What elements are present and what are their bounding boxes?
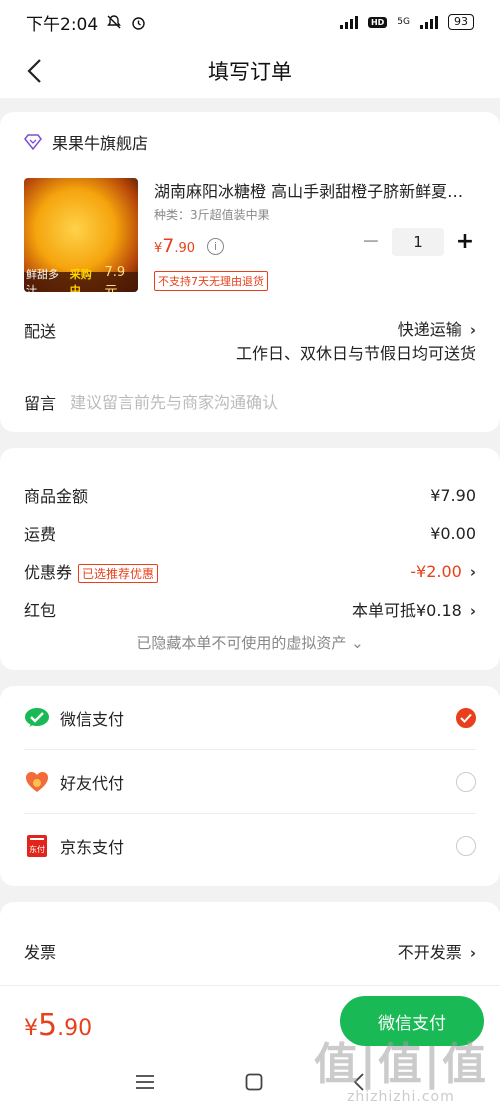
mute-bell-icon: [107, 15, 122, 29]
radio-unselected[interactable]: [456, 836, 476, 856]
page-header: 填写订单: [0, 44, 500, 98]
plus-button[interactable]: +: [454, 231, 476, 253]
battery-icon: 93: [448, 14, 474, 30]
quantity-stepper: − 1 +: [360, 228, 476, 256]
hd-icon: HD: [367, 16, 388, 28]
radio-selected[interactable]: [456, 707, 476, 728]
home-icon[interactable]: [245, 1073, 263, 1091]
store-name: 果果牛旗舰店: [52, 134, 149, 153]
red-packet-value: 本单可抵¥0.18: [352, 601, 462, 620]
shipping-row: 运费 ¥0.00: [24, 514, 476, 552]
signal-icon: [339, 15, 358, 29]
image-tag-price: 7.9元: [104, 265, 126, 292]
chevron-right-icon: ›: [469, 321, 476, 339]
wechat-pay-icon: [24, 705, 50, 731]
payment-option-friend[interactable]: 好友代付: [24, 750, 476, 814]
alarm-icon: [132, 16, 145, 30]
watermark-url: zhizhizhi.com: [347, 1089, 455, 1105]
store-header[interactable]: 果果牛旗舰店: [24, 130, 476, 154]
goods-amount-row: 商品金额 ¥7.90: [24, 476, 476, 514]
svg-text:东付: 东付: [29, 844, 45, 854]
friend-pay-icon: [24, 769, 50, 795]
chevron-right-icon: ›: [469, 562, 476, 581]
invoice-value: 不开发票: [397, 943, 462, 962]
product-image[interactable]: 鲜甜多汁 采购中 7.9元: [24, 178, 138, 292]
payment-label: 好友代付: [60, 773, 125, 793]
coupon-row[interactable]: 优惠券 已选推荐优惠 -¥2.00 ›: [24, 552, 476, 590]
order-item-card: 果果牛旗舰店 鲜甜多汁 采购中 7.9元 湖南麻阳冰糖橙 高山手剥甜橙子脐新鲜夏…: [0, 112, 500, 432]
status-time: 下午2:04: [26, 14, 99, 35]
payment-label: 京东支付: [60, 838, 125, 857]
memo-input[interactable]: [70, 390, 371, 414]
radio-unselected[interactable]: [456, 771, 476, 792]
hidden-assets-toggle[interactable]: 已隐藏本单不可使用的虚拟资产 ⌄: [24, 632, 476, 653]
no-return-badge: 不支持7天无理由退货: [154, 271, 268, 291]
product-price: ¥7.90: [154, 235, 195, 257]
payment-label: 微信支付: [60, 709, 125, 729]
back-button[interactable]: [20, 56, 50, 86]
payment-option-jd[interactable]: 东付 京东支付: [24, 814, 476, 878]
coupon-label: 优惠券: [24, 563, 73, 582]
product-row: 鲜甜多汁 采购中 7.9元 湖南麻阳冰糖橙 高山手剥甜橙子脐新鲜夏… 种类：3斤…: [24, 178, 476, 292]
invoice-card[interactable]: 发票 不开发票 ›: [0, 902, 500, 992]
price-int: 7: [162, 235, 175, 257]
payment-method-card: 微信支付 好友代付 东付 京东支付: [0, 686, 500, 886]
delivery-detail: 工作日、双休日与节假日均可送货: [235, 344, 476, 363]
red-packet-row[interactable]: 红包 本单可抵¥0.18 ›: [24, 590, 476, 628]
total-symbol: ¥: [24, 1016, 38, 1041]
bottom-action-bar: ¥5.90 微信支付 值|值|值 zhizhizhi.com: [0, 985, 500, 1111]
jd-pay-icon: 东付: [24, 833, 50, 859]
total-int: 5: [38, 1008, 58, 1043]
image-tag-text: 鲜甜多汁: [26, 268, 59, 292]
shipping-label: 运费: [24, 525, 57, 544]
order-total: ¥5.90: [24, 1008, 92, 1043]
watermark: 值|值|值 zhizhizhi.com: [313, 1039, 488, 1106]
delivery-label: 配送: [24, 322, 57, 341]
signal-icon-2: [420, 15, 438, 29]
red-packet-label: 红包: [24, 601, 57, 620]
product-info: 湖南麻阳冰糖橙 高山手剥甜橙子脐新鲜夏… 种类：3斤超值装中果 ¥7.90 i …: [154, 178, 476, 292]
memo-label: 留言: [24, 394, 57, 413]
total-dec: .90: [57, 1016, 93, 1041]
image-tag-highlight: 采购中: [69, 268, 92, 292]
delivery-row[interactable]: 配送 快递运输 › 工作日、双休日与节假日均可送货: [24, 318, 476, 366]
info-icon[interactable]: i: [207, 237, 225, 255]
delivery-method: 快递运输: [397, 320, 462, 339]
delivery-info: 快递运输 › 工作日、双休日与节假日均可送货: [236, 318, 476, 366]
goods-amount-value: ¥7.90: [430, 485, 476, 505]
chevron-left-icon: [27, 59, 41, 83]
price-dec: .90: [174, 241, 196, 256]
shipping-value: ¥0.00: [430, 523, 476, 543]
status-bar: 下午2:04 HD 5G 93: [0, 0, 500, 44]
price-summary-card: 商品金额 ¥7.90 运费 ¥0.00 优惠券 已选推荐优惠 -¥2.00 › 红包…: [0, 448, 500, 670]
menu-icon[interactable]: [135, 1074, 155, 1090]
invoice-row: 发票 不开发票 ›: [24, 932, 476, 970]
memo-row: 留言: [24, 390, 476, 414]
network-type: 5G: [397, 17, 410, 27]
product-spec[interactable]: 种类：3斤超值装中果: [154, 206, 476, 223]
payment-option-wechat[interactable]: 微信支付: [24, 686, 476, 750]
product-name[interactable]: 湖南麻阳冰糖橙 高山手剥甜橙子脐新鲜夏…: [154, 178, 476, 202]
watermark-logo: 值|值|值: [313, 1039, 488, 1090]
minus-button[interactable]: −: [360, 231, 382, 253]
coupon-value: -¥2.00: [410, 561, 462, 581]
diamond-store-icon: [24, 134, 42, 150]
goods-amount-label: 商品金额: [24, 487, 89, 506]
coupon-tag: 已选推荐优惠: [78, 564, 159, 583]
quantity-field[interactable]: 1: [392, 228, 444, 256]
chevron-right-icon: ›: [469, 602, 476, 620]
invoice-label: 发票: [24, 943, 57, 962]
chevron-right-icon: ›: [469, 944, 476, 962]
product-image-tag: 鲜甜多汁 采购中 7.9元: [24, 265, 138, 292]
page-title: 填写订单: [208, 60, 292, 84]
